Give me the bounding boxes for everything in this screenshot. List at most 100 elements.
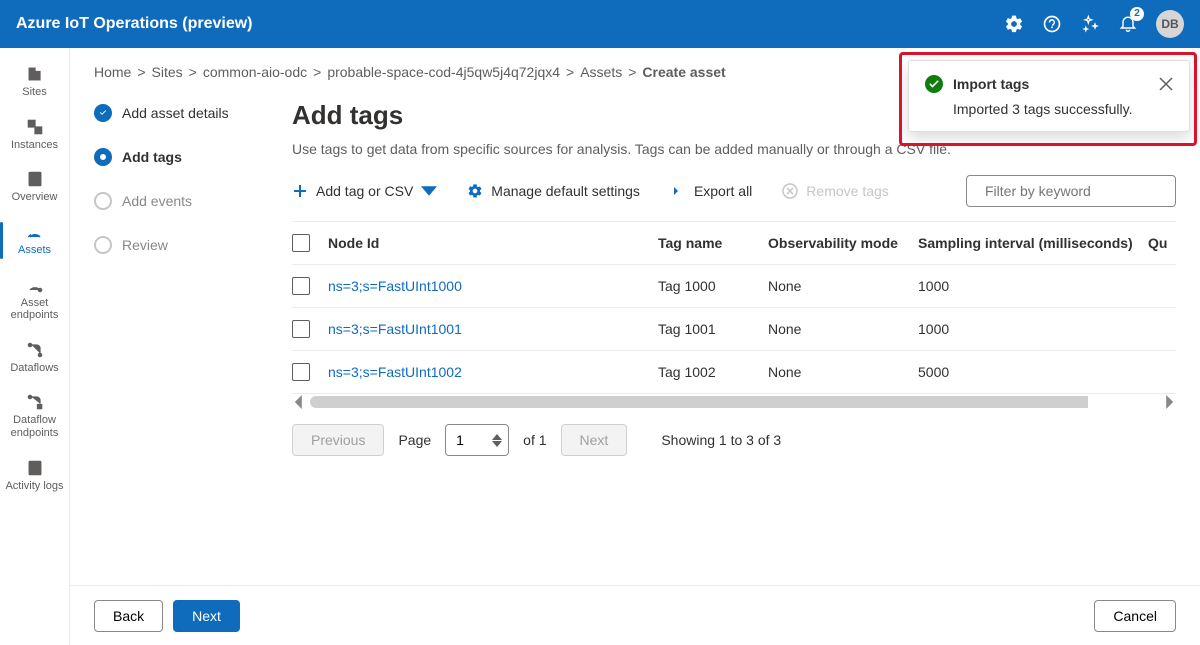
- arc-outline-icon: [25, 275, 45, 295]
- add-tag-button[interactable]: Add tag or CSV: [292, 183, 437, 199]
- arc-icon: [25, 222, 45, 242]
- tag-name-cell: Tag 1002: [658, 351, 768, 394]
- node-id-link[interactable]: ns=3;s=FastUInt1002: [328, 351, 658, 394]
- success-icon: [925, 75, 943, 93]
- pager-page-label: Page: [398, 432, 431, 448]
- spin-up-icon[interactable]: [492, 434, 502, 440]
- sparkle-icon[interactable]: [1080, 14, 1100, 34]
- flow-icon: [25, 340, 45, 360]
- sidebar-item-overview[interactable]: Overview: [0, 161, 69, 214]
- sampling-cell: 1000: [918, 265, 1148, 308]
- spin-down-icon[interactable]: [492, 441, 502, 447]
- footer-bar: Back Next Cancel: [70, 585, 1200, 645]
- col-node-id[interactable]: Node Id: [328, 222, 658, 265]
- sidebar-item-activity-logs[interactable]: Activity logs: [0, 450, 69, 503]
- node-id-link[interactable]: ns=3;s=FastUInt1001: [328, 308, 658, 351]
- table-wrap: Node Id Tag name Observability mode Samp…: [292, 221, 1176, 410]
- main-panel: Home> Sites> common-aio-odc> probable-sp…: [70, 48, 1200, 645]
- manage-defaults-button[interactable]: Manage default settings: [467, 183, 640, 199]
- col-obs-mode[interactable]: Observability mode: [768, 222, 918, 265]
- step-details[interactable]: Add asset details: [94, 104, 264, 122]
- remove-tags-button: Remove tags: [782, 183, 888, 199]
- topbar: Azure IoT Operations (preview) 2 DB: [0, 0, 1200, 48]
- log-icon: [25, 458, 45, 478]
- app-title: Azure IoT Operations (preview): [16, 15, 252, 33]
- panel-body: Add tags Use tags to get data from speci…: [292, 100, 1176, 456]
- table-row: ns=3;s=FastUInt1002 Tag 1002 None 5000 1…: [292, 351, 1176, 394]
- tags-table: Node Id Tag name Observability mode Samp…: [292, 222, 1176, 394]
- next-button[interactable]: Next: [173, 600, 240, 632]
- row-checkbox[interactable]: [292, 277, 310, 295]
- scroll-left-icon[interactable]: [292, 395, 306, 409]
- doc-icon: [25, 169, 45, 189]
- sidebar-item-dataflow-endpoints[interactable]: Dataflow endpoints: [0, 384, 69, 449]
- sidebar-item-sites[interactable]: Sites: [0, 56, 69, 109]
- h-scrollbar[interactable]: [292, 394, 1176, 410]
- step-tags[interactable]: Add tags: [94, 148, 264, 166]
- step-events[interactable]: Add events: [94, 192, 264, 210]
- crumb-home[interactable]: Home: [94, 64, 131, 80]
- crumb-site[interactable]: common-aio-odc: [203, 64, 307, 80]
- col-tag-name[interactable]: Tag name: [658, 222, 768, 265]
- help-icon[interactable]: [1042, 14, 1062, 34]
- obs-cell: None: [768, 308, 918, 351]
- crumb-sites[interactable]: Sites: [152, 64, 183, 80]
- instance-icon: [25, 117, 45, 137]
- wizard-steps: Add asset details Add tags Add events Re…: [94, 100, 264, 456]
- col-q[interactable]: Qu: [1148, 222, 1176, 265]
- crumb-instance[interactable]: probable-space-cod-4j5qw5j4q72jqx4: [327, 64, 560, 80]
- building-icon: [25, 64, 45, 84]
- panel-desc: Use tags to get data from specific sourc…: [292, 141, 1176, 157]
- chevron-down-icon: [421, 183, 437, 199]
- sidebar: Sites Instances Overview Assets Asset en…: [0, 48, 70, 645]
- toast-body: Imported 3 tags successfully.: [925, 101, 1173, 117]
- export-all-button[interactable]: Export all: [670, 183, 752, 199]
- settings-icon[interactable]: [1004, 14, 1024, 34]
- toast-close-icon[interactable]: [1159, 77, 1173, 91]
- table-row: ns=3;s=FastUInt1000 Tag 1000 None 1000 5: [292, 265, 1176, 308]
- user-avatar[interactable]: DB: [1156, 10, 1184, 38]
- q-cell: 5: [1148, 308, 1176, 351]
- pager-of-total: of 1: [523, 432, 546, 448]
- topbar-actions: 2 DB: [1004, 10, 1184, 38]
- scroll-right-icon[interactable]: [1162, 395, 1176, 409]
- sampling-cell: 1000: [918, 308, 1148, 351]
- select-all-checkbox[interactable]: [292, 234, 310, 252]
- pager-next: Next: [561, 424, 628, 456]
- node-id-link[interactable]: ns=3;s=FastUInt1000: [328, 265, 658, 308]
- tag-name-cell: Tag 1001: [658, 308, 768, 351]
- flowend-icon: [25, 392, 45, 412]
- sampling-cell: 5000: [918, 351, 1148, 394]
- toast: Import tags Imported 3 tags successfully…: [908, 60, 1190, 132]
- page-spinner[interactable]: [445, 424, 509, 456]
- pager: Previous Page of 1 Next Showing 1 to 3 o…: [292, 424, 1176, 456]
- col-sampling[interactable]: Sampling interval (milliseconds): [918, 222, 1148, 265]
- filter-input[interactable]: [966, 175, 1176, 207]
- remove-icon: [782, 183, 798, 199]
- pager-showing: Showing 1 to 3 of 3: [661, 432, 781, 448]
- sidebar-item-dataflows[interactable]: Dataflows: [0, 332, 69, 385]
- crumb-assets[interactable]: Assets: [580, 64, 622, 80]
- obs-cell: None: [768, 351, 918, 394]
- back-button[interactable]: Back: [94, 600, 163, 632]
- plus-icon: [292, 183, 308, 199]
- tag-name-cell: Tag 1000: [658, 265, 768, 308]
- scroll-thumb[interactable]: [310, 396, 1158, 408]
- sidebar-item-assets[interactable]: Assets: [0, 214, 69, 267]
- row-checkbox[interactable]: [292, 363, 310, 381]
- q-cell: 10: [1148, 351, 1176, 394]
- toast-title: Import tags: [953, 76, 1029, 92]
- pager-prev: Previous: [292, 424, 384, 456]
- notifications-button[interactable]: 2: [1118, 13, 1138, 36]
- sidebar-item-instances[interactable]: Instances: [0, 109, 69, 162]
- step-review[interactable]: Review: [94, 236, 264, 254]
- crumb-current: Create asset: [642, 64, 725, 80]
- filter-field[interactable]: [985, 183, 1166, 199]
- obs-cell: None: [768, 265, 918, 308]
- cancel-button[interactable]: Cancel: [1094, 600, 1176, 632]
- q-cell: 5: [1148, 265, 1176, 308]
- row-checkbox[interactable]: [292, 320, 310, 338]
- notif-badge: 2: [1130, 7, 1144, 21]
- gear-icon: [467, 183, 483, 199]
- sidebar-item-asset-endpoints[interactable]: Asset endpoints: [0, 267, 69, 332]
